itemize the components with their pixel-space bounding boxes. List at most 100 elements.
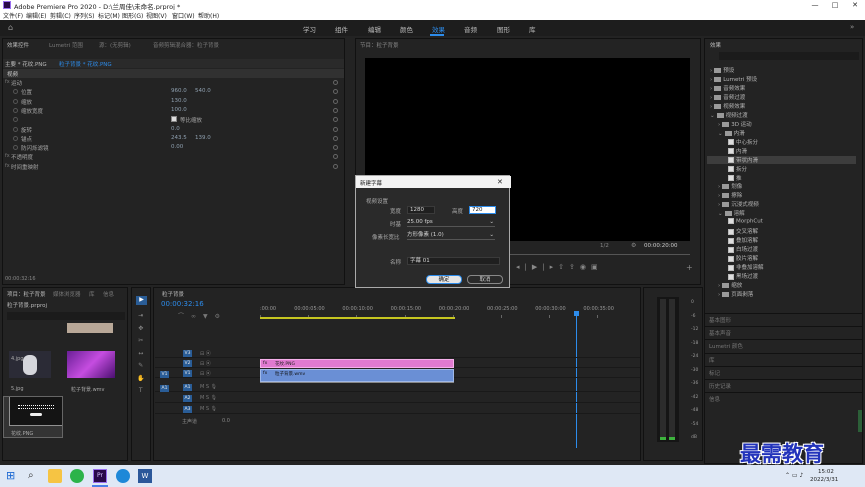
ec-value[interactable]: 243.5 (171, 135, 187, 141)
reset-icon[interactable] (333, 117, 338, 123)
extract-icon[interactable]: ⇪ (569, 263, 580, 271)
step-forward-icon[interactable]: |▸ (542, 263, 558, 271)
workspace-tab[interactable]: 编辑 (368, 24, 381, 34)
workspace-tab[interactable]: 颜色 (400, 24, 413, 34)
width-input[interactable]: 1280 (407, 206, 435, 214)
track-row[interactable] (155, 349, 640, 358)
work-area-bar[interactable] (260, 317, 455, 319)
reset-icon[interactable] (333, 135, 338, 141)
track-row[interactable] (155, 405, 640, 414)
timebase-select[interactable]: 25.00 fps ⌄ (407, 219, 495, 227)
effects-tree-item[interactable]: 白场过渡 (726, 245, 758, 253)
ec-row-label[interactable]: 等比缩放 (180, 116, 202, 124)
effects-search-input[interactable] (719, 52, 859, 60)
effects-tree-item[interactable]: 叠加溶解 (726, 236, 758, 244)
name-input[interactable]: 字幕 01 (407, 257, 500, 265)
ec-value[interactable]: 540.0 (195, 88, 211, 94)
reset-icon[interactable] (333, 107, 338, 113)
tab-libraries[interactable]: 库 (89, 290, 95, 298)
effects-scrollbar[interactable] (858, 410, 862, 432)
tab-project[interactable]: 项目：粒子背景 (7, 290, 46, 298)
effects-tree-item[interactable]: 中心拆分 (726, 138, 758, 146)
effects-tree-item[interactable]: 拆分 (726, 165, 747, 173)
pen-icon[interactable]: ✎ (137, 360, 144, 373)
search-icon[interactable]: ⌕ (28, 469, 42, 483)
menu-help[interactable]: 帮助(H) (198, 11, 219, 20)
more-workspaces-icon[interactable]: » (850, 23, 854, 31)
step-back-icon[interactable]: ◂| (516, 263, 532, 271)
track-mute-solo-icons[interactable]: M S 🎙 (200, 384, 217, 390)
cancel-button[interactable]: 取消 (467, 275, 503, 284)
lift-icon[interactable]: ⇧ (558, 263, 569, 271)
ec-value[interactable]: 130.0 (171, 98, 187, 104)
ec-row-label[interactable]: 缩放 (21, 98, 32, 106)
effects-tree-item[interactable]: ⌄ 内滑 (718, 129, 745, 137)
ec-row-label[interactable]: 运动 (11, 79, 22, 87)
system-tray-icons[interactable]: ⌃ ▭ ♪ (785, 472, 803, 479)
ec-row-label[interactable]: 位置 (21, 88, 32, 96)
ec-value[interactable]: 960.0 (171, 88, 187, 94)
menu-marker[interactable]: 标记(M) (98, 11, 120, 20)
effects-tree-item[interactable]: 非叠加溶解 (726, 263, 764, 271)
timeline-sequence-tab[interactable]: 粒子背景 (162, 290, 184, 298)
workspace-tab[interactable]: 效果 (432, 24, 445, 34)
project-item-label[interactable]: 4.jpg (11, 356, 24, 362)
workspace-tab[interactable]: 组件 (335, 24, 348, 34)
close-button[interactable]: ✕ (845, 0, 865, 10)
keyframe-toggle-icon[interactable] (13, 89, 18, 95)
settings-wrench-icon[interactable]: ⚙ (215, 313, 227, 320)
track-target-button[interactable]: A1 (183, 384, 192, 391)
menu-sequence[interactable]: 序列(S) (74, 11, 95, 20)
effects-tree-item[interactable]: 交叉溶解 (726, 227, 758, 235)
thumb-top-partial[interactable] (67, 323, 113, 333)
effects-tree-item[interactable]: › 视频效果 (710, 102, 745, 110)
razor-icon[interactable]: ✂ (137, 335, 144, 348)
track-lock-eye-icons[interactable]: ⊟ ⦿ (200, 370, 211, 377)
keyframe-toggle-icon[interactable] (13, 98, 18, 104)
reset-icon[interactable] (333, 154, 338, 160)
project-item-label[interactable]: 花纹.PNG (11, 430, 33, 437)
slip-icon[interactable]: ↔ (137, 348, 144, 361)
fx-icon[interactable]: fx (5, 153, 10, 159)
tab-effect-controls[interactable]: 效果控件 (7, 41, 29, 49)
ec-value[interactable]: 139.0 (195, 135, 211, 141)
track-mute-solo-icons[interactable]: M S 🎙 (200, 395, 217, 401)
collapsed-panel[interactable]: 标记 (705, 365, 862, 378)
project-item-label[interactable]: 5.jpg (11, 386, 24, 392)
track-lock-eye-icons[interactable]: ⊟ ⦿ (200, 360, 211, 367)
collapsed-panel[interactable]: 基本声音 (705, 326, 862, 339)
clip-pattern-png[interactable]: fx 花纹.PNG (260, 359, 454, 368)
track-row[interactable] (155, 383, 640, 392)
thumb-particle-video[interactable] (67, 351, 115, 378)
wrench-icon[interactable]: ⚙ (631, 242, 636, 249)
menu-window[interactable]: 窗口(W) (172, 11, 195, 20)
ec-row-label[interactable]: 时间重映射 (11, 163, 39, 171)
workspace-tab[interactable]: 库 (529, 24, 536, 34)
sequence-clip-label[interactable]: 粒子背景 * 花纹.PNG (59, 60, 112, 68)
effects-tree-item[interactable]: › 音频过渡 (710, 93, 745, 101)
effects-tree-item[interactable]: MorphCut (726, 218, 763, 225)
type-tool-icon[interactable]: T (137, 385, 144, 398)
effects-tree-item[interactable]: › 擦除 (718, 191, 742, 199)
clock-time[interactable]: 15:02 (818, 469, 834, 475)
effects-tree-item[interactable]: ⌄ 视频过渡 (710, 111, 748, 119)
fx-icon[interactable]: fx (5, 79, 10, 85)
maximize-button[interactable]: □ (825, 0, 845, 10)
ripple-edit-icon[interactable]: ✥ (137, 323, 144, 336)
ec-row-label[interactable]: 锚点 (21, 135, 32, 143)
clip-particle-video[interactable]: fx 粒子背景.wmv (260, 369, 454, 382)
collapsed-panel[interactable]: 历史记录 (705, 379, 862, 391)
minimize-button[interactable]: — (805, 0, 825, 10)
wechat-icon[interactable] (70, 469, 84, 483)
keyframe-toggle-icon[interactable] (13, 117, 18, 123)
pixel-aspect-ratio-select[interactable]: 方形像素 (1.0) ⌄ (407, 232, 495, 240)
tab-audio-clip-mixer[interactable]: 音频剪辑混合器：粒子背景 (153, 41, 219, 49)
keyframe-toggle-icon[interactable] (13, 126, 18, 132)
dialog-close-icon[interactable]: ✕ (497, 178, 503, 186)
effects-tree-item[interactable]: › Lumetri 预设 (710, 75, 757, 83)
compare-icon[interactable]: ▣ (591, 263, 603, 271)
track-select-icon[interactable]: ⇥ (137, 310, 144, 323)
reset-icon[interactable] (333, 98, 338, 104)
collapsed-panel[interactable]: 信息 (705, 392, 862, 405)
source-clip-label[interactable]: 主要 * 花纹.PNG (5, 60, 47, 68)
